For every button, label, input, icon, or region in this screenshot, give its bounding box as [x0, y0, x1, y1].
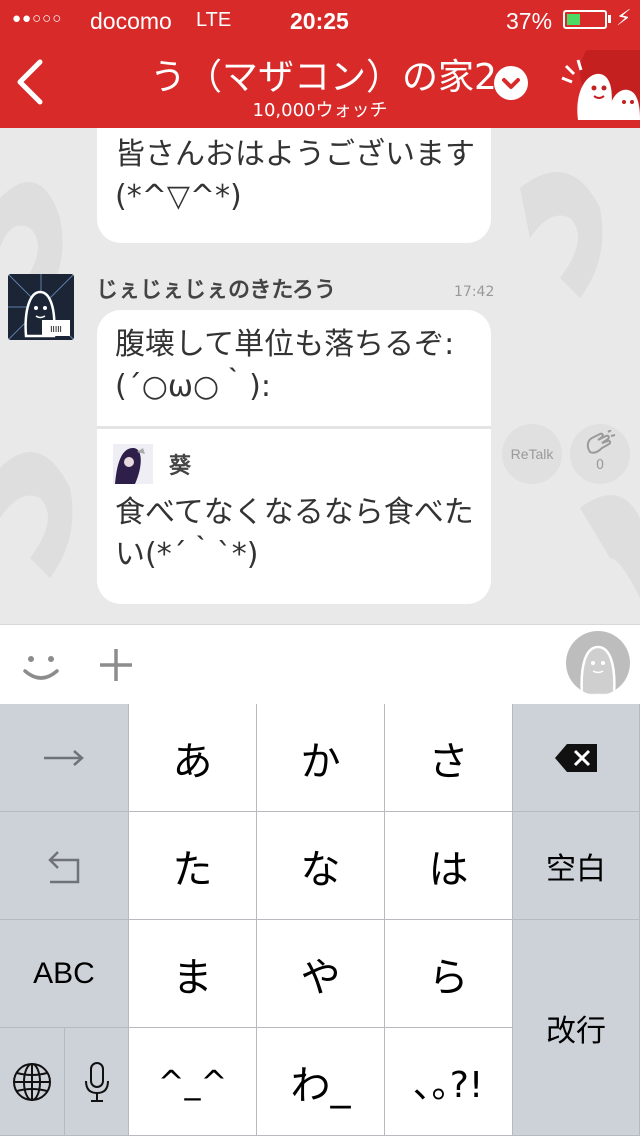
input-bar: [0, 624, 640, 704]
space-key[interactable]: 空白: [513, 812, 640, 920]
message-text: 皆さんおはようございます(*^▽^*): [115, 137, 475, 214]
chevron-left-icon: [17, 59, 43, 105]
key-ka[interactable]: か: [257, 704, 385, 812]
chat-header: ●●○○○ docomo LTE 20:25 37% ⚡ う（マザコン）の家2 …: [0, 0, 640, 128]
chat-area[interactable]: 皆さんおはようございます(*^▽^*) IIIII じぇじぇじぇのきたろう 17…: [0, 128, 640, 624]
quote-author: 葵: [169, 454, 192, 479]
message-text: 腹壊して単位も落ちるぞ:(´○ω○｀):: [115, 327, 455, 404]
key-ya[interactable]: や: [257, 920, 385, 1028]
plus-icon: [100, 649, 132, 681]
message-time: 17:42: [454, 284, 495, 300]
sender-avatar[interactable]: IIIII: [8, 274, 74, 340]
quote-text: 食べてなくなるなら食べたい(*´｀`*): [115, 495, 474, 572]
sender-name: じぇじぇじぇのきたろう: [96, 278, 337, 303]
signal-strength: ●●○○○: [12, 10, 63, 27]
key-ra[interactable]: ら: [385, 920, 513, 1028]
key-a[interactable]: あ: [129, 704, 257, 812]
key-sa[interactable]: さ: [385, 704, 513, 812]
clap-icon: [586, 430, 616, 454]
sticker-button[interactable]: [20, 645, 62, 687]
key-ha[interactable]: は: [385, 812, 513, 920]
key-punctuation[interactable]: ､｡?!: [385, 1028, 513, 1136]
charging-icon: ⚡: [616, 6, 632, 31]
delete-key[interactable]: [513, 704, 640, 812]
my-avatar-button[interactable]: [566, 631, 630, 695]
chevron-down-icon: [502, 78, 520, 89]
battery-icon: [563, 10, 607, 29]
globe-icon: [13, 1062, 51, 1101]
page-title: う（マザコン）の家2: [150, 57, 495, 94]
clap-count: 0: [595, 458, 605, 473]
quote-divider: [97, 426, 491, 429]
microphone-icon: [84, 1061, 109, 1102]
message-bubble[interactable]: 腹壊して単位も落ちるぞ:(´○ω○｀): 葵 食べてなくなるなら食べたい(*´｀…: [97, 310, 491, 604]
backspace-icon: [555, 743, 597, 772]
status-time: 20:25: [290, 8, 349, 34]
undo-key[interactable]: [0, 812, 129, 920]
battery-tip: [608, 15, 611, 23]
add-attachment-button[interactable]: [96, 643, 136, 687]
retalk-button[interactable]: ReTalk: [502, 424, 562, 484]
key-ma[interactable]: ま: [129, 920, 257, 1028]
message-bubble[interactable]: 皆さんおはようございます(*^▽^*): [97, 128, 491, 243]
key-emoticon[interactable]: ^_^: [129, 1028, 257, 1136]
dictation-key[interactable]: [65, 1028, 129, 1136]
arrow-right-icon: [44, 749, 84, 766]
key-wa[interactable]: わ_: [257, 1028, 385, 1136]
carrier-name: docomo: [90, 8, 172, 34]
key-na[interactable]: な: [257, 812, 385, 920]
key-ta[interactable]: た: [129, 812, 257, 920]
title-dropdown-button[interactable]: [494, 66, 528, 100]
undo-icon: [48, 850, 80, 883]
watch-count: 10,000ウォッチ: [252, 100, 388, 121]
abc-key[interactable]: ABC: [0, 920, 129, 1028]
clap-button[interactable]: 0: [570, 424, 630, 484]
japanese-keyboard: あ か さ た な は 空白 ABC ま や ら 改行 ^_^ わ_ ､｡?!: [0, 704, 640, 1136]
globe-key[interactable]: [0, 1028, 65, 1136]
smile-icon: [23, 656, 59, 680]
ghost-icon: [580, 645, 616, 695]
next-candidate-key[interactable]: [0, 704, 129, 812]
battery-percent: 37%: [506, 8, 553, 34]
svg-text:IIIII: IIIII: [50, 325, 62, 334]
network-type: LTE: [196, 9, 232, 31]
mascot-logo[interactable]: [548, 32, 640, 128]
return-key[interactable]: 改行: [513, 920, 640, 1136]
quote-avatar: [113, 444, 153, 484]
back-button[interactable]: [12, 56, 52, 108]
